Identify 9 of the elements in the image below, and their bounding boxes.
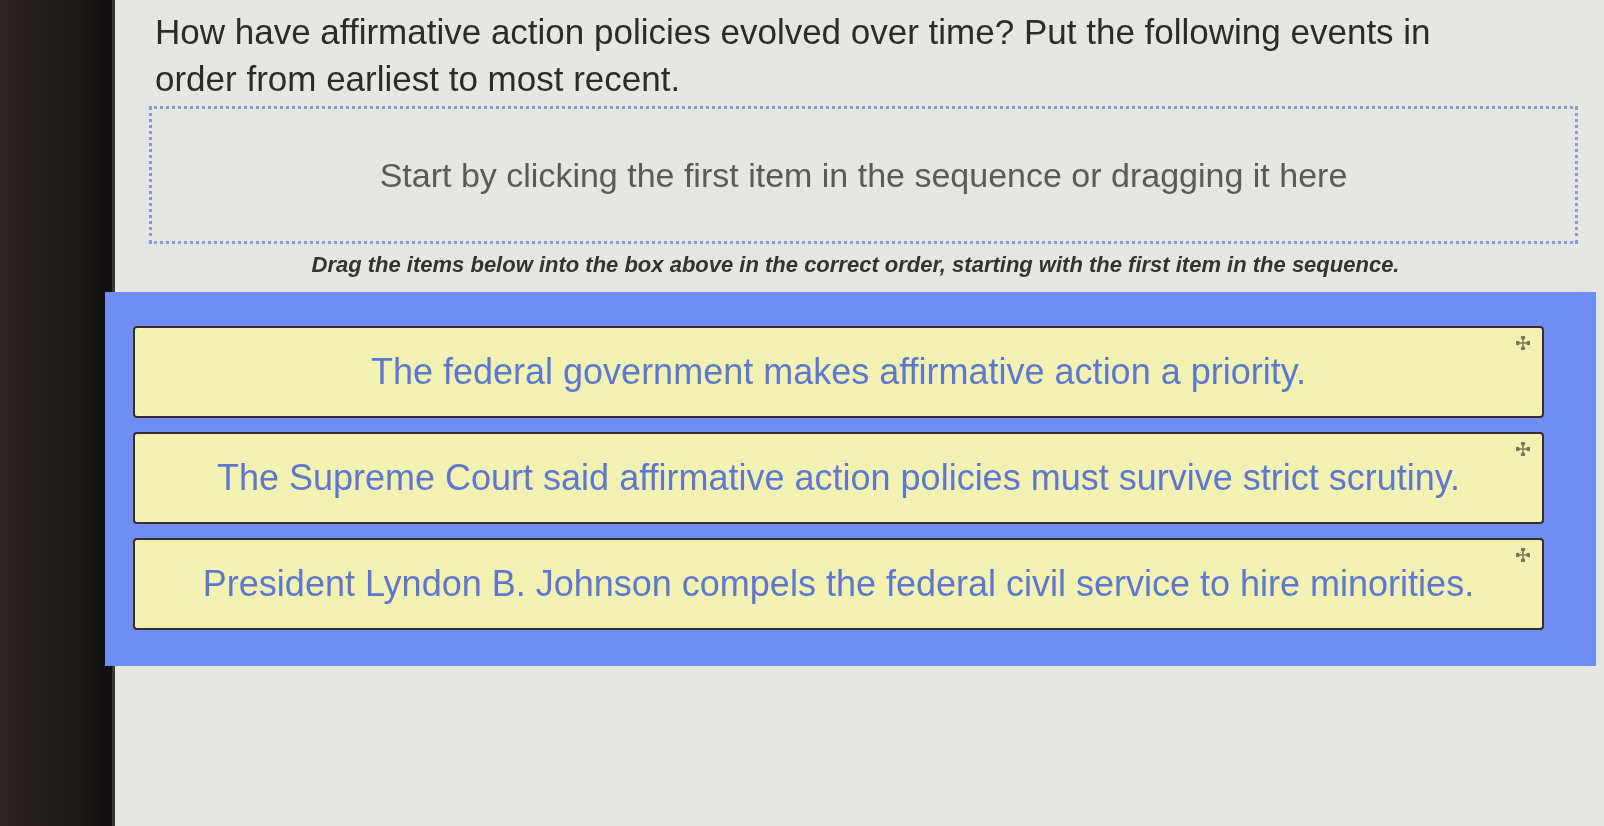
question-text: How have affirmative action policies evolved over time? Put the following events in order from earliest to most recent. xyxy=(155,11,1432,100)
draggable-item[interactable]: The federal government makes affirmative action a priority. xyxy=(133,326,1544,418)
move-icon[interactable] xyxy=(1516,336,1530,350)
drop-zone[interactable]: Start by clicking the first item in the sequence or dragging it here xyxy=(149,106,1578,244)
draggable-item[interactable]: President Lyndon B. Johnson compels the federal civil service to hire minorities. xyxy=(133,538,1544,630)
move-icon[interactable] xyxy=(1516,548,1530,562)
draggable-item[interactable]: The Supreme Court said affirmative action policies must survive strict scrutiny. xyxy=(133,432,1544,524)
move-icon[interactable] xyxy=(1516,442,1530,456)
instruction-text: Drag the items below into the box above in the correct order, starting with the first item in the sequence. xyxy=(311,252,1400,278)
